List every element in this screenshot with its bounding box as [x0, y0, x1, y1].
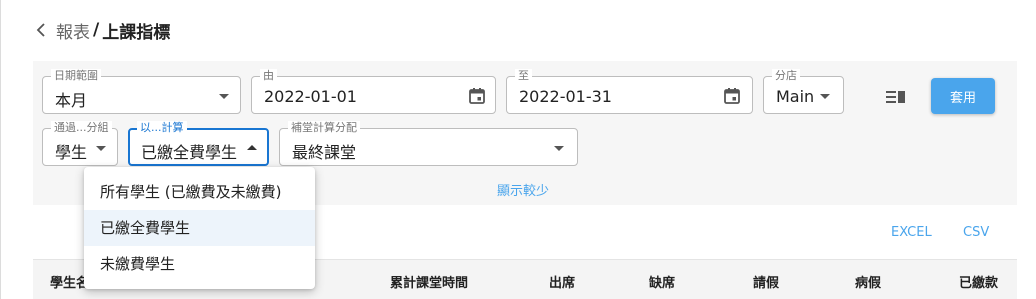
makeup-allocation-value: 最終課堂 — [292, 143, 357, 162]
dropdown-arrow-icon — [96, 146, 106, 151]
branch-label: 分店 — [772, 69, 800, 83]
date-range-value: 本月 — [55, 91, 88, 110]
menu-option-unpaid[interactable]: 未繳費學生 — [84, 246, 315, 282]
breadcrumb-separator: / — [93, 20, 100, 40]
breadcrumb-parent[interactable]: 報表 — [56, 18, 90, 43]
apply-button[interactable]: 套用 — [931, 78, 995, 114]
dropdown-arrow-icon — [247, 145, 257, 150]
makeup-allocation-select[interactable]: 補堂計算分配 最終課堂 — [279, 121, 578, 166]
dropdown-arrow-icon — [554, 146, 564, 151]
group-by-value: 學生 — [55, 143, 88, 162]
date-range-select[interactable]: 日期範圍 本月 — [42, 69, 241, 114]
calculate-by-label: 以...計算 — [137, 121, 187, 135]
column-header-leave[interactable]: 請假 — [753, 272, 779, 291]
export-excel-button[interactable]: EXCEL — [891, 225, 932, 240]
chevron-left-icon[interactable] — [32, 21, 50, 39]
branch-select[interactable]: 分店 Main — [763, 69, 844, 114]
from-date-value: 2022-01-01 — [264, 87, 357, 106]
group-by-label: 通過...分組 — [51, 121, 112, 135]
from-date-field[interactable]: 由 2022-01-01 — [251, 69, 496, 114]
date-range-label: 日期範圍 — [51, 69, 101, 83]
to-date-label: 至 — [515, 69, 532, 83]
dropdown-arrow-icon — [820, 94, 830, 99]
column-header-paid[interactable]: 已繳款 — [959, 272, 998, 291]
calculate-by-value: 已繳全費學生 — [141, 143, 238, 162]
show-less-link[interactable]: 顯示較少 — [497, 180, 549, 199]
column-header-absent[interactable]: 缺席 — [649, 272, 675, 291]
window-edge — [0, 0, 1, 299]
columns-icon[interactable] — [885, 89, 907, 105]
page-title: 上課指標 — [102, 22, 171, 43]
calculate-by-menu: 所有學生 (已繳費及未繳費) 已繳全費學生 未繳費學生 — [84, 167, 315, 289]
calendar-icon[interactable] — [723, 87, 741, 105]
column-header-total-time[interactable]: 累計課堂時間 — [390, 272, 468, 291]
export-csv-button[interactable]: CSV — [963, 225, 989, 240]
to-date-value: 2022-01-31 — [519, 87, 612, 106]
column-header-sick-leave[interactable]: 病假 — [855, 272, 881, 291]
from-date-label: 由 — [260, 69, 277, 83]
branch-value: Main — [776, 87, 815, 106]
to-date-field[interactable]: 至 2022-01-31 — [506, 69, 753, 114]
menu-option-all-students[interactable]: 所有學生 (已繳費及未繳費) — [84, 174, 315, 210]
dropdown-arrow-icon — [219, 94, 229, 99]
group-by-select[interactable]: 通過...分組 學生 — [42, 121, 118, 166]
calculate-by-select[interactable]: 以...計算 已繳全費學生 — [128, 121, 269, 166]
makeup-allocation-label: 補堂計算分配 — [288, 121, 360, 135]
breadcrumb: 報表 / 上課指標 — [32, 16, 170, 44]
menu-option-fully-paid[interactable]: 已繳全費學生 — [84, 210, 315, 246]
calendar-icon[interactable] — [468, 87, 486, 105]
column-header-attended[interactable]: 出席 — [549, 272, 575, 291]
